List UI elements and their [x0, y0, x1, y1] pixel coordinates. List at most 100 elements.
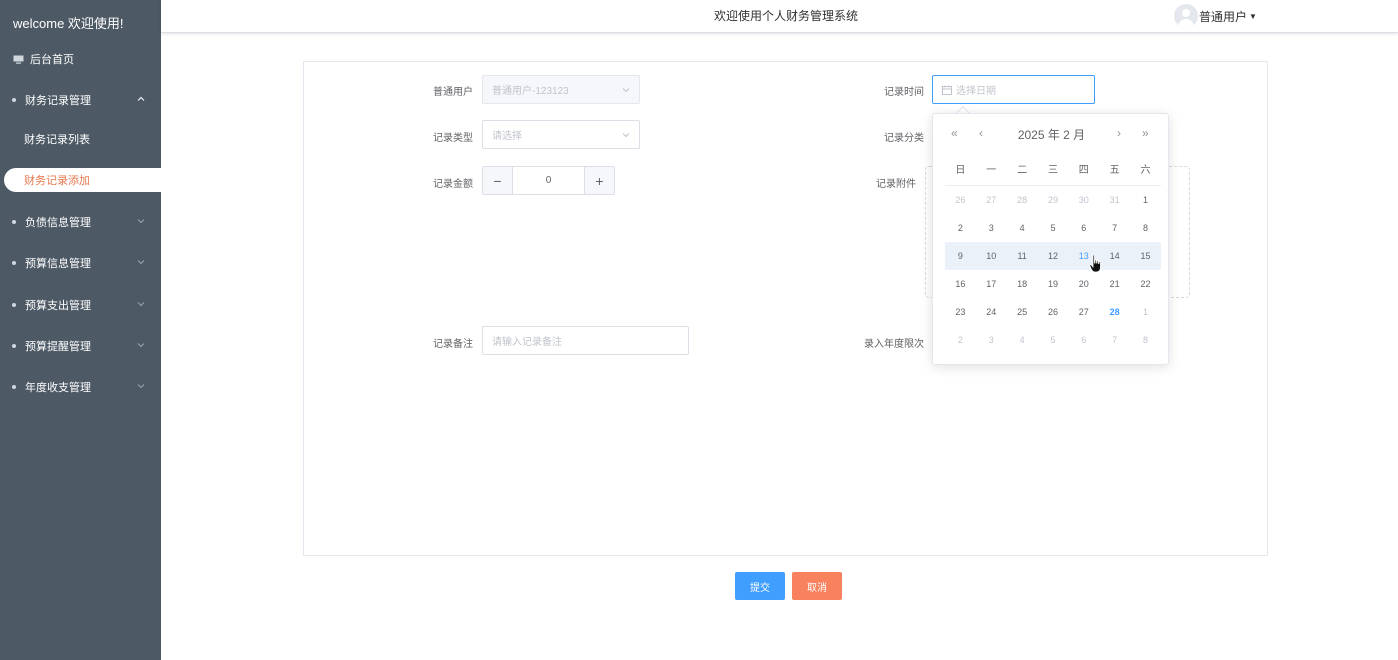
- sidebar-item-annual[interactable]: 年度收支管理: [0, 369, 161, 405]
- calendar-day[interactable]: 5: [1038, 223, 1069, 233]
- bullet-icon: [12, 261, 16, 265]
- calendar-day[interactable]: 3: [976, 223, 1007, 233]
- chevron-up-icon: [137, 95, 145, 103]
- cancel-button[interactable]: 取消: [792, 572, 842, 600]
- date-picker-popup: « ‹ 2025 年 2 月 › » 日一二三四五六 26 27 28 29 30 31 1…: [932, 113, 1169, 365]
- calendar-day[interactable]: 2: [945, 335, 976, 345]
- calendar-day[interactable]: 29: [1038, 195, 1069, 205]
- next-year-button[interactable]: »: [1142, 126, 1149, 140]
- sidebar-item-budget-info[interactable]: 预算信息管理: [0, 245, 161, 281]
- hand-cursor-icon: [1089, 254, 1101, 273]
- note-input[interactable]: 请输入记录备注: [482, 326, 689, 355]
- chevron-down-icon: [137, 258, 145, 266]
- bullet-icon: [12, 344, 16, 348]
- sidebar-item-label: 预算提醒管理: [25, 341, 91, 353]
- next-month-button[interactable]: ›: [1117, 126, 1121, 140]
- monitor-icon: [13, 55, 24, 64]
- calendar-day[interactable]: 26: [1038, 307, 1069, 317]
- calendar-day[interactable]: 4: [1007, 223, 1038, 233]
- weekday-label: 六: [1140, 165, 1151, 176]
- chevron-down-icon: [137, 382, 145, 390]
- user-select: 普通用户-123123: [482, 75, 640, 104]
- calendar-day[interactable]: 27: [976, 195, 1007, 205]
- bullet-icon: [12, 385, 16, 389]
- sidebar-item-label: 后台首页: [30, 54, 74, 66]
- calendar-day[interactable]: 1: [1130, 195, 1161, 205]
- attachment-label: 记录附件: [876, 179, 916, 190]
- calendar-day[interactable]: 24: [976, 307, 1007, 317]
- amount-value[interactable]: 0: [513, 167, 584, 194]
- sidebar-item-label: 预算支出管理: [25, 300, 91, 312]
- calendar-day[interactable]: 12: [1038, 251, 1069, 261]
- sidebar-item-label: 负债信息管理: [25, 217, 91, 229]
- sidebar-subitem-record-add[interactable]: 财务记录添加: [4, 168, 161, 192]
- calendar-day[interactable]: 26: [945, 195, 976, 205]
- bullet-icon: [12, 98, 16, 102]
- calendar-day[interactable]: 30: [1068, 195, 1099, 205]
- page-title: 欢迎使用个人财务管理系统: [714, 9, 859, 23]
- calendar-day[interactable]: 16: [945, 279, 976, 289]
- sidebar-item-budget-reminder[interactable]: 预算提醒管理: [0, 328, 161, 364]
- category-label: 记录分类: [884, 133, 924, 144]
- calendar-day[interactable]: 11: [1007, 251, 1038, 261]
- top-header: 欢迎使用个人财务管理系统 普通用户 ▼: [161, 0, 1398, 33]
- calendar-day[interactable]: 21: [1099, 279, 1130, 289]
- submit-button[interactable]: 提交: [735, 572, 785, 600]
- calendar-day[interactable]: 15: [1130, 251, 1161, 261]
- avatar[interactable]: [1174, 4, 1198, 28]
- bullet-icon: [12, 303, 16, 307]
- calendar-day[interactable]: 9: [945, 251, 976, 261]
- calendar-day[interactable]: 7: [1099, 223, 1130, 233]
- calendar-day[interactable]: 14: [1099, 251, 1130, 261]
- calendar-day[interactable]: 3: [976, 335, 1007, 345]
- user-menu[interactable]: 普通用户 ▼: [1174, 4, 1257, 28]
- calendar-day[interactable]: 1: [1130, 307, 1161, 317]
- sidebar-item-budget-expense[interactable]: 预算支出管理: [0, 287, 161, 323]
- note-label: 记录备注: [433, 339, 473, 350]
- calendar-day[interactable]: 2: [945, 223, 976, 233]
- calendar-day[interactable]: 20: [1068, 279, 1099, 289]
- increase-button[interactable]: +: [584, 167, 614, 194]
- calendar-day[interactable]: 10: [976, 251, 1007, 261]
- type-select[interactable]: 请选择: [482, 120, 640, 149]
- chevron-down-icon: [137, 217, 145, 225]
- calendar-day[interactable]: 6: [1068, 223, 1099, 233]
- sidebar-item-debt[interactable]: 负债信息管理: [0, 204, 161, 240]
- calendar-day[interactable]: 8: [1130, 223, 1161, 233]
- calendar-day[interactable]: 28: [1099, 307, 1130, 317]
- calendar-day[interactable]: 23: [945, 307, 976, 317]
- sidebar-subitem-record-list[interactable]: 财务记录列表: [0, 122, 161, 156]
- calendar-week-row: 26 27 28 29 30 31 1: [945, 186, 1161, 214]
- calendar-day[interactable]: 28: [1007, 195, 1038, 205]
- calendar-week-row: 2345678: [945, 214, 1161, 242]
- date-input[interactable]: 选择日期: [932, 75, 1095, 104]
- calendar-day[interactable]: 17: [976, 279, 1007, 289]
- calendar-day[interactable]: 19: [1038, 279, 1069, 289]
- calendar-day[interactable]: 27: [1068, 307, 1099, 317]
- sidebar-item-label: 预算信息管理: [25, 258, 91, 270]
- user-label: 普通用户: [433, 87, 473, 98]
- sidebar-item-finance-records[interactable]: 财务记录管理: [0, 82, 161, 118]
- calendar-day[interactable]: 7: [1099, 335, 1130, 345]
- time-label: 记录时间: [884, 87, 924, 98]
- sidebar-item-home[interactable]: 后台首页: [0, 41, 161, 77]
- type-select-placeholder: 请选择: [492, 131, 522, 142]
- caret-down-icon[interactable]: ▼: [1249, 12, 1257, 21]
- decrease-button[interactable]: −: [483, 167, 513, 194]
- calendar-day[interactable]: 31: [1099, 195, 1130, 205]
- weekday-label: 三: [1047, 165, 1058, 176]
- calendar-day[interactable]: 4: [1007, 335, 1038, 345]
- weekday-label: 一: [986, 165, 997, 176]
- calendar-day[interactable]: 22: [1130, 279, 1161, 289]
- chevron-down-icon: [137, 341, 145, 349]
- picker-header-label[interactable]: 2025 年 2 月: [933, 126, 1170, 143]
- calendar-day[interactable]: 18: [1007, 279, 1038, 289]
- user-name[interactable]: 普通用户: [1199, 8, 1247, 25]
- sidebar-item-label: 财务记录管理: [25, 95, 91, 107]
- calendar-day[interactable]: 25: [1007, 307, 1038, 317]
- sidebar: welcome 欢迎使用! 后台首页 财务记录管理 财务记录列表 财务记录添加 …: [0, 0, 161, 660]
- weekday-label: 四: [1078, 165, 1089, 176]
- calendar-day[interactable]: 8: [1130, 335, 1161, 345]
- calendar-day[interactable]: 6: [1068, 335, 1099, 345]
- calendar-day[interactable]: 5: [1038, 335, 1069, 345]
